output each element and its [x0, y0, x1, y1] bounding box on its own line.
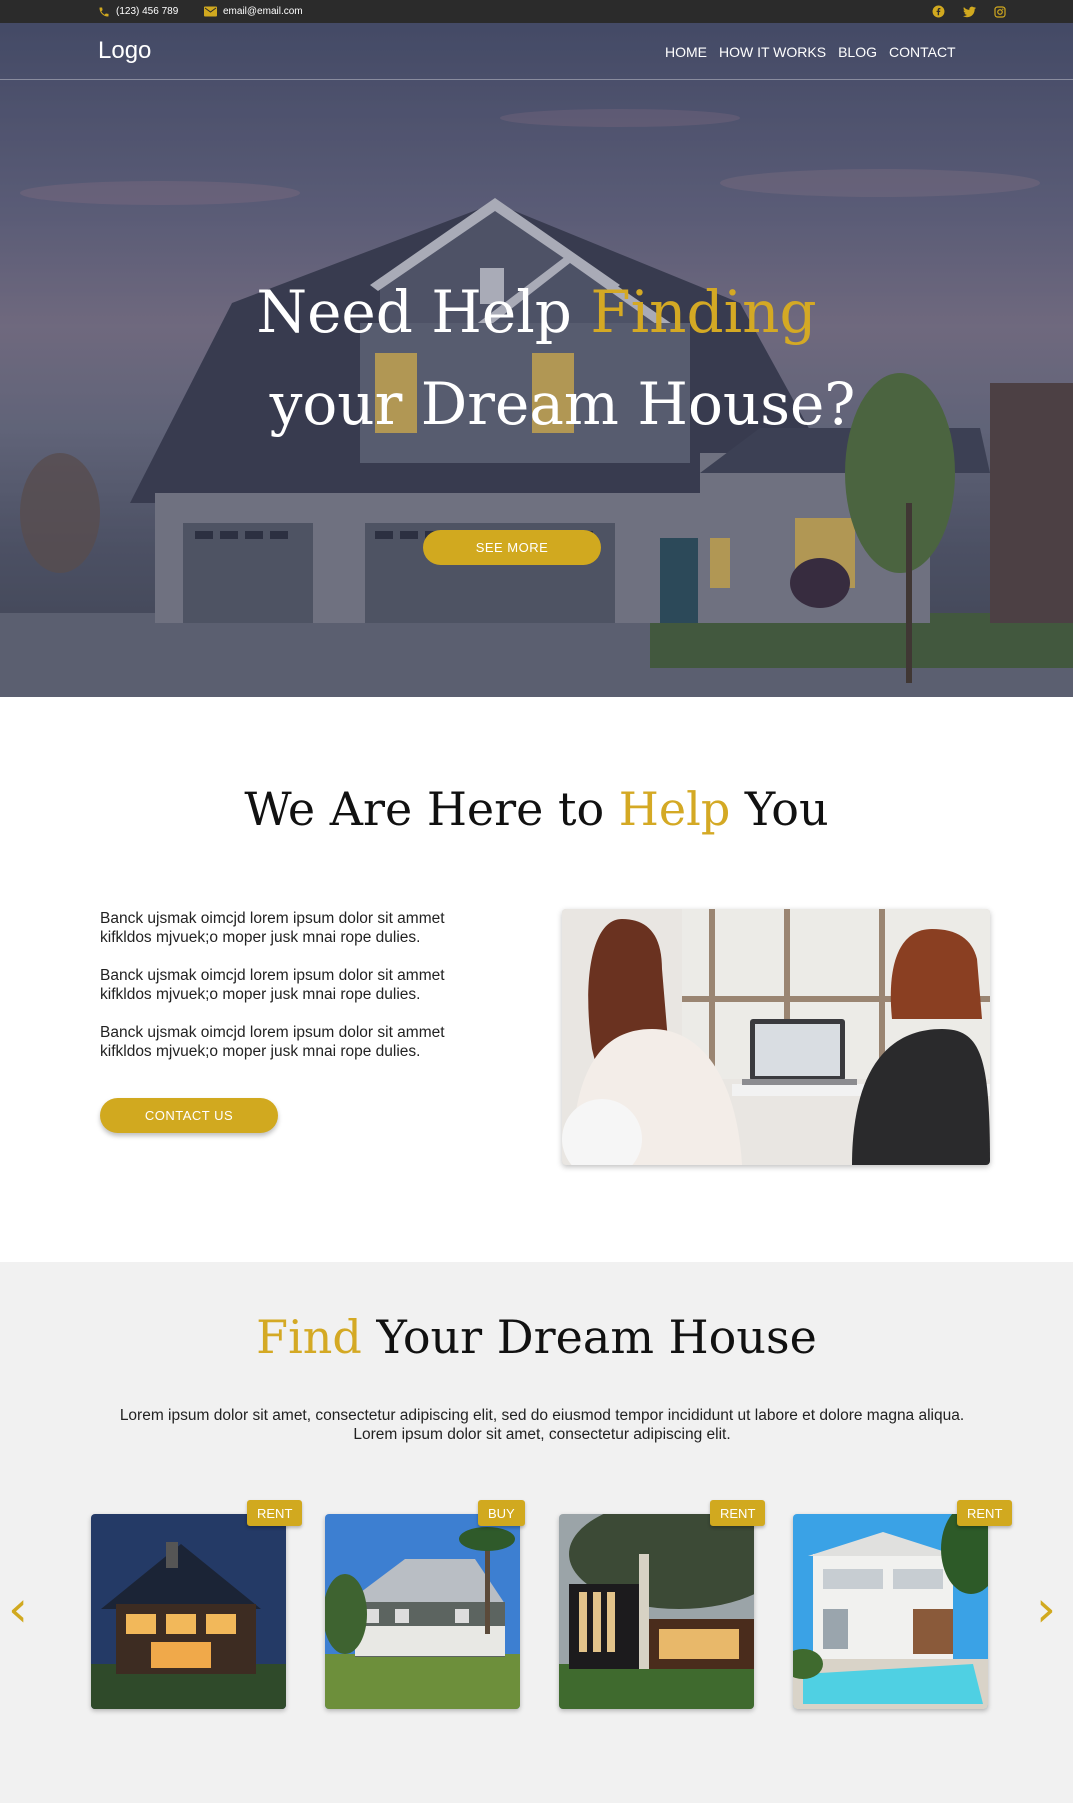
help-title-text-end: You: [730, 782, 829, 836]
card-badge: RENT: [957, 1500, 1013, 1526]
instagram-icon: [994, 5, 1006, 18]
house-photo-2: [325, 1514, 520, 1709]
topbar-phone[interactable]: (123) 456 789: [98, 0, 178, 23]
facebook-icon: [932, 5, 945, 18]
see-more-button[interactable]: SEE MORE: [423, 530, 601, 565]
topbar-email[interactable]: email@email.com: [204, 0, 303, 23]
topbar-email-text: email@email.com: [223, 6, 303, 17]
help-title-text: We Are Here to: [244, 782, 619, 836]
help-paragraph: Banck ujsmak oimcjd lorem ipsum dolor si…: [100, 967, 445, 1003]
hero-title-line-2: your Dream House?: [269, 370, 856, 438]
top-bar: (123) 456 789 email@email.com: [0, 0, 1073, 23]
hero-title-highlight: Finding: [590, 278, 817, 346]
help-title: We Are Here to Help You: [0, 782, 1073, 836]
listings-title-text: Your Dream House: [361, 1310, 817, 1364]
house-photo-1: [91, 1514, 286, 1709]
women-at-laptop-image: [562, 909, 990, 1165]
listings-description-line: Lorem ipsum dolor sit amet, consectetur …: [119, 1407, 965, 1424]
instagram-link[interactable]: [994, 0, 1006, 23]
house-card[interactable]: [793, 1514, 988, 1709]
card-badge: BUY: [478, 1500, 525, 1526]
mail-icon: [204, 6, 217, 17]
topbar-phone-text: (123) 456 789: [116, 6, 179, 17]
listings-title: Find Your Dream House: [0, 1310, 1073, 1364]
help-section: We Are Here to Help You Banck ujsmak oim…: [0, 697, 1073, 1262]
main-nav: Logo HOME HOW IT WORKS BLOG CONTACT: [0, 23, 1073, 80]
help-photo: [562, 909, 990, 1165]
help-paragraph: Banck ujsmak oimcjd lorem ipsum dolor si…: [100, 1024, 445, 1060]
house-card[interactable]: [91, 1514, 286, 1709]
listings-description: Lorem ipsum dolor sit amet, consectetur …: [0, 1406, 1073, 1444]
logo[interactable]: Logo: [98, 37, 151, 65]
twitter-link[interactable]: [963, 0, 976, 23]
hero-title-text: Need Help: [256, 278, 591, 346]
help-paragraph: Banck ujsmak oimcjd lorem ipsum dolor si…: [100, 910, 445, 946]
listings-section: Find Your Dream House Lorem ipsum dolor …: [0, 1262, 1073, 1803]
house-photo-4: [793, 1514, 988, 1709]
carousel-next-icon[interactable]: ›: [1036, 1580, 1056, 1638]
phone-icon: [99, 7, 109, 16]
nav-blog[interactable]: BLOG: [838, 44, 877, 60]
contact-us-button[interactable]: CONTACT US: [100, 1098, 278, 1133]
nav-home[interactable]: HOME: [665, 44, 707, 60]
carousel-prev-icon[interactable]: ‹: [8, 1580, 28, 1638]
listings-title-highlight: Find: [256, 1310, 362, 1364]
twitter-icon: [963, 6, 976, 17]
card-badge: RENT: [710, 1500, 766, 1526]
listings-description-line: Lorem ipsum dolor sit amet, consectetur …: [353, 1426, 731, 1443]
card-badge: RENT: [247, 1500, 303, 1526]
help-title-highlight: Help: [618, 782, 731, 836]
nav-how-it-works[interactable]: HOW IT WORKS: [719, 44, 826, 60]
hero-title-line-1: Need Help Finding: [0, 266, 1073, 358]
nav-links: HOME HOW IT WORKS BLOG CONTACT: [665, 44, 956, 60]
house-photo-3: [559, 1514, 754, 1709]
nav-contact[interactable]: CONTACT: [889, 44, 956, 60]
house-card[interactable]: [325, 1514, 520, 1709]
facebook-link[interactable]: [932, 0, 945, 23]
house-card[interactable]: [559, 1514, 754, 1709]
